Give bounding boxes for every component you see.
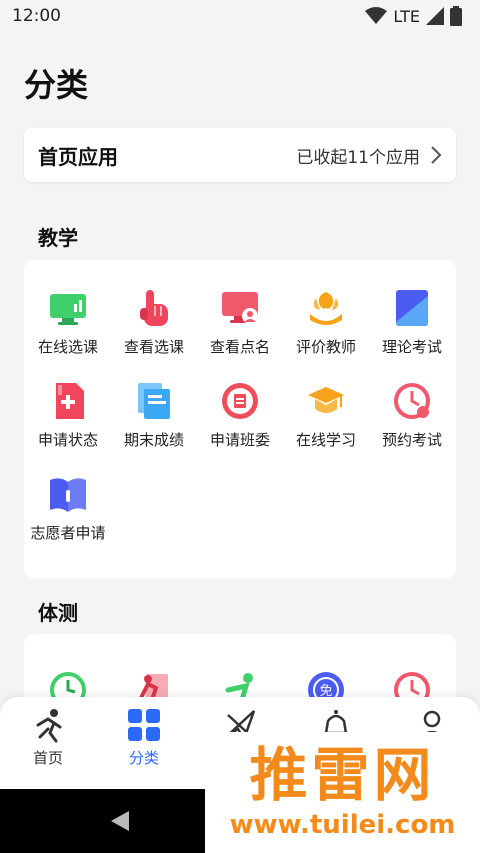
- app-application-status[interactable]: 申请状态: [25, 381, 111, 456]
- tab-label: 首页: [32, 749, 63, 767]
- watermark-title: 推雷网: [249, 740, 436, 809]
- app-view-rollcall[interactable]: 查看点名: [197, 288, 283, 363]
- app-apply-class-committee[interactable]: 申请班委: [197, 381, 283, 456]
- app-book-exam[interactable]: 预约考试: [369, 381, 455, 456]
- app-online-learning[interactable]: 在线学习: [283, 381, 369, 456]
- app-label: 评价教师: [295, 338, 356, 356]
- chevron-right-icon: [431, 146, 442, 164]
- app-label: 理论考试: [381, 338, 442, 356]
- app-label: 预约考试: [381, 431, 442, 449]
- hand-pointer-icon: [140, 290, 168, 326]
- app-theory-exam[interactable]: 理论考试: [369, 288, 455, 363]
- app-label: 申请班委: [209, 431, 270, 449]
- book-icon: [396, 290, 428, 326]
- app-view-course-select[interactable]: 查看选课: [111, 288, 197, 363]
- grid-icon: [128, 709, 160, 741]
- home-apps-label: 首页应用: [38, 144, 118, 169]
- app-volunteer-application[interactable]: 志愿者申请: [25, 474, 111, 549]
- home-apps-card[interactable]: 首页应用 已收起11个应用: [24, 128, 456, 182]
- clock-icon: [394, 383, 430, 419]
- battery-icon: [450, 6, 462, 26]
- page-title: 分类: [24, 66, 89, 104]
- signal-icon: [426, 7, 444, 25]
- watermark-url: www.tuilei.com: [229, 809, 456, 840]
- home-apps-status: 已收起11个应用: [296, 147, 420, 168]
- app-label: 申请状态: [37, 431, 98, 449]
- open-book-icon: [50, 478, 86, 512]
- status-time: 12:00: [12, 6, 61, 26]
- tab-label: 分类: [128, 749, 159, 767]
- back-icon[interactable]: [109, 809, 131, 833]
- watermark-logo: 推雷网 www.tuilei.com: [205, 732, 480, 853]
- app-label: 期末成绩: [123, 431, 184, 449]
- runner-icon: [36, 709, 62, 743]
- plus-doc-icon: [56, 383, 84, 419]
- app-label: 查看选课: [123, 338, 184, 356]
- documents-icon: [138, 383, 170, 419]
- app-online-course-select[interactable]: 在线选课: [25, 288, 111, 363]
- app-label: 查看点名: [209, 338, 270, 356]
- app-final-grades[interactable]: 期末成绩: [111, 381, 197, 456]
- app-evaluate-teacher[interactable]: 评价教师: [283, 288, 369, 363]
- status-icons: LTE: [365, 6, 462, 26]
- graduation-cap-icon: [308, 387, 344, 413]
- network-type: LTE: [393, 6, 420, 26]
- section-title-fitness: 体测: [38, 601, 78, 625]
- app-label: 在线学习: [295, 431, 356, 449]
- badge-icon: [222, 383, 258, 419]
- screen-user-icon: [222, 292, 258, 324]
- teaching-card: 在线选课 查看选课 查看点名 评价教师 理论考试 申请状态 期末成绩 申请班委 …: [24, 260, 456, 578]
- tab-category[interactable]: 分类: [104, 707, 184, 789]
- flower-hands-icon: [310, 292, 342, 325]
- wifi-icon: [365, 7, 388, 24]
- monitor-icon: [50, 294, 86, 325]
- app-label: 志愿者申请: [30, 524, 106, 542]
- section-title-teaching: 教学: [38, 226, 78, 250]
- status-bar: 12:00 LTE: [0, 0, 480, 32]
- app-label: 在线选课: [37, 338, 98, 356]
- tab-home[interactable]: 首页: [8, 707, 88, 789]
